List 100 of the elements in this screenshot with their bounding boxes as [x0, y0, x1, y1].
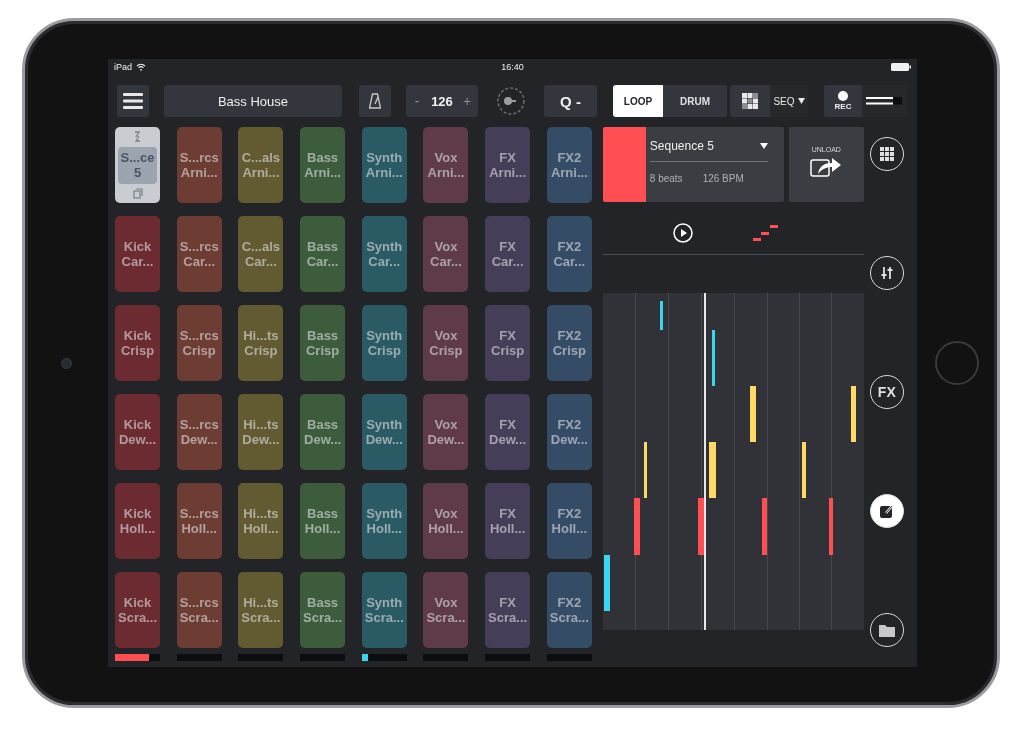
pad[interactable]: S...rcs Dew... [176, 394, 222, 470]
pad-subtitle: 5 [133, 165, 142, 180]
pad[interactable]: Bass Car... [300, 216, 346, 292]
pad[interactable]: Vox Crisp [423, 305, 469, 381]
pad[interactable]: Vox Car... [423, 216, 469, 292]
pad-title: Bass [307, 150, 339, 165]
pad[interactable]: Synth Arni... [361, 127, 407, 203]
pad-title: Synth [366, 150, 403, 165]
pad[interactable]: Synth Crisp [361, 305, 407, 381]
pad[interactable]: Hi...ts Dew... [238, 394, 284, 470]
pad-subtitle: Crisp [182, 343, 216, 358]
pad[interactable]: FX2 Car... [546, 216, 592, 292]
level-meter [423, 654, 469, 661]
pad-subtitle: Scra... [241, 610, 281, 625]
pad[interactable]: S...rcs Arni... [176, 127, 222, 203]
sequencer-view-button[interactable] [752, 224, 779, 242]
pad[interactable]: FX2 Crisp [546, 305, 592, 381]
menu-button[interactable] [117, 85, 149, 117]
pad-title: Vox [434, 506, 458, 521]
pad-title: Hi...ts [243, 328, 279, 343]
pad[interactable]: S...rcs Crisp [176, 305, 222, 381]
edit-button[interactable] [869, 494, 904, 528]
pad-title: FX [499, 150, 516, 165]
pad[interactable]: Kick Dew... [115, 394, 160, 470]
pad[interactable]: Hi...ts Scra... [238, 572, 284, 648]
pad[interactable]: S...rcs Car... [176, 216, 222, 292]
pad[interactable]: Vox Scra... [423, 572, 469, 648]
metronome-button[interactable] [359, 85, 391, 117]
play-button[interactable] [672, 223, 693, 243]
pad[interactable]: Hi...ts Holl... [238, 483, 284, 559]
tempo-increment[interactable]: + [456, 85, 478, 117]
pad-subtitle: Arni... [180, 165, 218, 180]
pad[interactable]: Bass Crisp [300, 305, 346, 381]
pad[interactable]: C...als Arni... [238, 127, 284, 203]
pad[interactable]: S...ce 5 [115, 127, 160, 203]
pad[interactable]: Synth Holl... [361, 483, 407, 559]
pad[interactable]: FX Car... [485, 216, 531, 292]
pad[interactable]: Kick Crisp [115, 305, 160, 381]
pad-title: FX2 [557, 595, 582, 610]
pad-subtitle: Car... [121, 254, 154, 269]
pad[interactable]: S...rcs Scra... [176, 572, 222, 648]
pad[interactable]: Kick Scra... [115, 572, 160, 648]
pad[interactable]: FX Arni... [485, 127, 531, 203]
camera-lens [61, 357, 72, 369]
view-dropdown[interactable]: SEQ [770, 85, 808, 117]
pad[interactable]: FX Crisp [485, 305, 531, 381]
pad[interactable]: FX2 Scra... [546, 572, 592, 648]
pad[interactable]: FX2 Arni... [546, 127, 592, 203]
pad[interactable]: FX Holl... [485, 483, 531, 559]
pad-title: FX [499, 595, 516, 610]
pad[interactable]: Kick Car... [115, 216, 160, 292]
wifi-icon [136, 63, 146, 71]
pad-subtitle: Car... [244, 254, 277, 269]
pad-title: Bass [307, 506, 339, 521]
pad-title: Synth [366, 417, 403, 432]
quantize-button[interactable]: Q - [544, 85, 597, 117]
pad[interactable]: FX2 Dew... [546, 394, 592, 470]
pad[interactable]: Vox Holl... [423, 483, 469, 559]
pad[interactable]: Bass Holl... [300, 483, 346, 559]
level-button[interactable] [862, 85, 906, 117]
pad-subtitle: Holl... [366, 521, 402, 536]
pad-subtitle: Dew... [365, 432, 403, 447]
pad-title: S...rcs [179, 239, 219, 254]
pad[interactable]: Synth Car... [361, 216, 407, 292]
pad[interactable]: C...als Car... [238, 216, 284, 292]
pad[interactable]: Bass Scra... [300, 572, 346, 648]
pad[interactable]: Kick Holl... [115, 483, 160, 559]
mode-tab[interactable]: LOOP [613, 85, 663, 117]
pad-subtitle: Scra... [549, 610, 589, 625]
pad[interactable]: FX Dew... [485, 394, 531, 470]
device-name: iPad [114, 62, 132, 72]
pad[interactable]: Vox Arni... [423, 127, 469, 203]
tempo-decrement[interactable]: - [406, 85, 428, 117]
pad[interactable]: Bass Dew... [300, 394, 346, 470]
level-lines-icon [866, 97, 902, 105]
pad[interactable]: Vox Dew... [423, 394, 469, 470]
pad-subtitle: Arni... [550, 165, 588, 180]
pad[interactable]: FX2 Holl... [546, 483, 592, 559]
pad-subtitle: Scra... [303, 610, 343, 625]
pad-title: FX2 [557, 150, 582, 165]
project-name-button[interactable]: Bass House [164, 85, 342, 117]
pad-title: S...rcs [179, 417, 219, 432]
pad[interactable]: Synth Scra... [361, 572, 407, 648]
pad[interactable]: Bass Arni... [300, 127, 346, 203]
pad[interactable]: Synth Dew... [361, 394, 407, 470]
pad[interactable]: FX Scra... [485, 572, 531, 648]
mixer-button[interactable] [869, 256, 904, 290]
pad-subtitle: Crisp [120, 343, 155, 358]
pad-title: FX2 [557, 239, 582, 254]
pad[interactable]: S...rcs Holl... [176, 483, 222, 559]
pad-title: Vox [434, 417, 458, 432]
pad-subtitle: Car... [430, 254, 462, 269]
sequence-card[interactable]: Sequence 5 8 beats 126 BPM [602, 127, 784, 202]
tap-dial-button[interactable] [494, 85, 528, 117]
tempo-value: 126 [430, 93, 454, 109]
menu-icon [123, 93, 143, 109]
pad-title: Vox [434, 239, 458, 254]
folder-icon [878, 623, 895, 637]
pad-title: S...ce [120, 150, 155, 165]
pad[interactable]: Hi...ts Crisp [238, 305, 284, 381]
